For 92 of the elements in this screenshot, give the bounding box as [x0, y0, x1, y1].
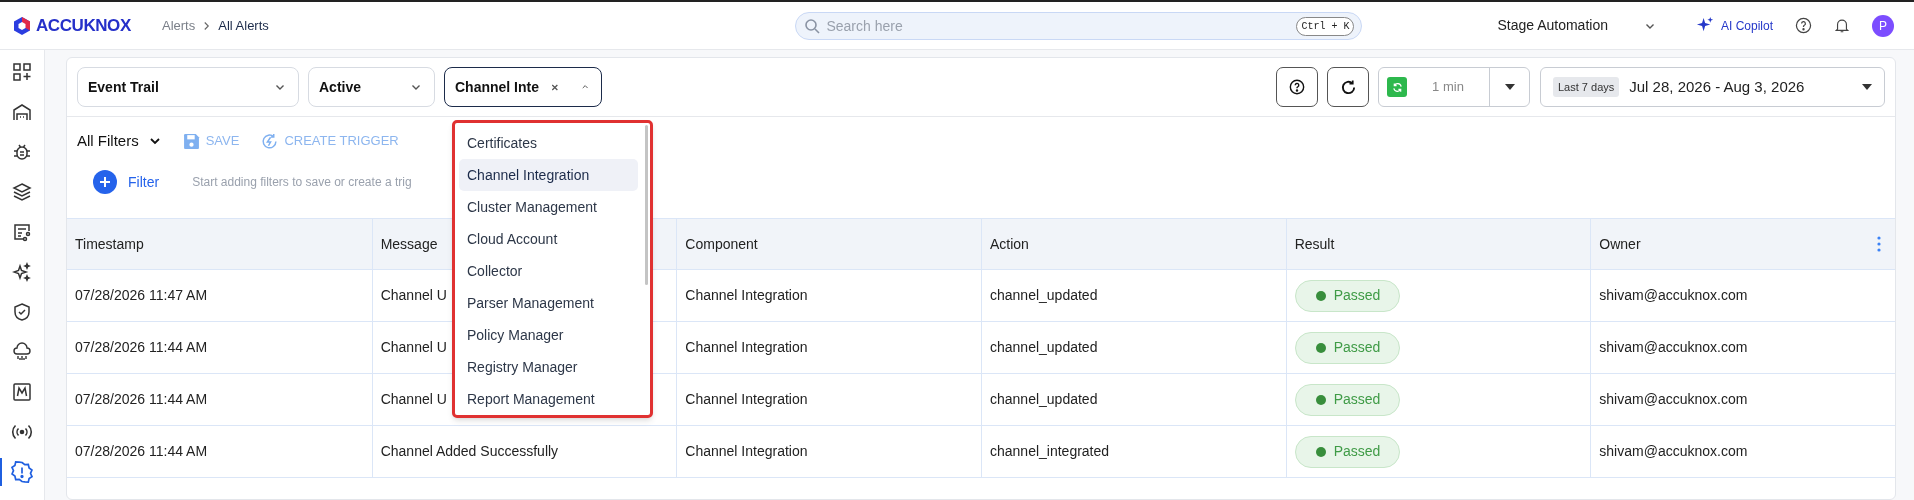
- column-header: Action: [990, 234, 1029, 254]
- scrollbar-thumb[interactable]: [645, 125, 648, 285]
- table-cell-text: Channel Integration: [685, 442, 808, 461]
- all-filters-toggle[interactable]: All Filters: [77, 129, 161, 153]
- user-avatar[interactable]: P: [1872, 14, 1894, 37]
- trigger-icon: [261, 132, 279, 150]
- bell-icon[interactable]: [1834, 17, 1850, 34]
- chevron-icon: [203, 20, 211, 31]
- table-cell-text: Channel U: [380, 286, 447, 305]
- chevron-icon: [148, 135, 161, 147]
- ai-copilot-link[interactable]: AI Copilot: [1695, 16, 1773, 35]
- table-cell-text: shivam@accuknox.com: [1599, 442, 1748, 461]
- select-value: Channel Inte: [455, 77, 539, 97]
- column-header: Component: [685, 234, 758, 254]
- date-range-value: Jul 28, 2026 - Aug 3, 2026: [1629, 76, 1805, 97]
- filter-select[interactable]: Active: [308, 67, 435, 107]
- status-dot-icon: [1315, 446, 1326, 457]
- caret-icon: [1504, 84, 1515, 90]
- logo-icon: [12, 15, 32, 36]
- table-cell-text: channel_integrated: [990, 442, 1110, 461]
- dropdown-option[interactable]: Certificates: [459, 127, 638, 159]
- alert-icon[interactable]: [11, 461, 33, 483]
- building-icon[interactable]: [12, 102, 32, 122]
- table-cell-text: 07/28/2026 11:44 AM: [75, 390, 208, 409]
- layers-icon[interactable]: [12, 182, 32, 202]
- date-range-picker[interactable]: Last 7 days Jul 28, 2026 - Aug 3, 2026: [1540, 67, 1885, 107]
- column-header: Owner: [1599, 234, 1641, 254]
- status-badge: Passed: [1294, 331, 1400, 364]
- refresh-button[interactable]: [1327, 67, 1369, 107]
- help-icon[interactable]: [1795, 17, 1812, 34]
- table-cell-text: 07/28/2026 11:44 AM: [75, 442, 208, 461]
- add-filter-button[interactable]: Filter: [93, 170, 160, 194]
- help-icon: [1289, 79, 1305, 95]
- sync-icon: [1391, 81, 1403, 93]
- status-dot-icon: [1315, 342, 1326, 353]
- status-badge: Passed: [1294, 383, 1400, 416]
- help-button[interactable]: [1276, 67, 1318, 107]
- table-cell-text: channel_updated: [990, 390, 1098, 409]
- dashboard-icon[interactable]: [12, 62, 32, 82]
- table-cell-text: Channel U: [380, 390, 447, 409]
- dropdown-option[interactable]: Registry Manager: [459, 351, 638, 383]
- report-icon[interactable]: [12, 222, 32, 242]
- dropdown-option[interactable]: Cluster Management: [459, 191, 638, 223]
- bug-icon[interactable]: [12, 142, 32, 162]
- plus-icon: [93, 170, 117, 194]
- status-badge: Passed: [1294, 435, 1400, 468]
- table-cell-text: Channel Integration: [685, 286, 808, 305]
- table-cell-text: Channel Integration: [685, 390, 808, 409]
- select-value: Active: [319, 77, 362, 97]
- preset-chip: Last 7 days: [1553, 76, 1620, 98]
- column-header: Result: [1294, 234, 1335, 254]
- status-dot-icon: [1315, 290, 1326, 301]
- table-cell-text: Channel Integration: [685, 338, 808, 357]
- table-cell-text: Channel Added Successfully: [380, 442, 559, 461]
- table-cell-text: shivam@accuknox.com: [1599, 286, 1748, 305]
- table-cell-text: 07/28/2026 11:47 AM: [75, 286, 208, 305]
- dropdown-option[interactable]: Parser Management: [459, 287, 638, 319]
- column-header: Message: [380, 234, 438, 254]
- caret-icon: [1862, 84, 1872, 90]
- breadcrumb-link[interactable]: All Alerts: [218, 15, 269, 36]
- filter-select[interactable]: Event Trail: [77, 67, 299, 107]
- logo-wordmark: ACCUKNOX: [36, 14, 131, 37]
- m-box-icon[interactable]: [12, 382, 32, 402]
- refresh-icon: [1339, 78, 1357, 96]
- table-cell-text: 07/28/2026 11:44 AM: [75, 338, 208, 357]
- dropdown-option[interactable]: Report Management: [459, 383, 638, 415]
- select-value: Event Trail: [88, 77, 159, 97]
- status-dot-icon: [1315, 394, 1326, 405]
- interval-value: 1 min: [1431, 78, 1465, 97]
- filter-select[interactable]: Channel Inte: [444, 67, 602, 107]
- sparkle-icon[interactable]: [12, 262, 32, 282]
- search-icon: [804, 17, 821, 34]
- shield-icon[interactable]: [12, 302, 32, 322]
- table-cell-text: Channel U: [380, 338, 447, 357]
- more-icon[interactable]: [1877, 236, 1881, 252]
- dropdown-option[interactable]: Policy Manager: [459, 319, 638, 351]
- column-header: Timestamp: [75, 234, 144, 254]
- filter-hint: Start adding filters to save or create a trig: [192, 174, 412, 191]
- dropdown-option[interactable]: Collector: [459, 255, 638, 287]
- workspace-select[interactable]: Stage Automation: [1497, 15, 1656, 36]
- dropdown-option[interactable]: Cloud Account: [459, 223, 638, 255]
- status-badge: Passed: [1294, 279, 1400, 312]
- dropdown-option[interactable]: Channel Integration: [459, 159, 638, 191]
- table-cell-text: channel_updated: [990, 338, 1098, 357]
- save-icon: [182, 132, 200, 150]
- auto-refresh-toggle[interactable]: [1387, 77, 1407, 97]
- breadcrumb-link[interactable]: Alerts: [162, 15, 196, 36]
- table-cell-text: channel_updated: [990, 286, 1098, 305]
- broadcast-icon[interactable]: [11, 422, 33, 442]
- table-cell-text: shivam@accuknox.com: [1599, 338, 1748, 357]
- table-cell-text: shivam@accuknox.com: [1599, 390, 1748, 409]
- cloud-icon[interactable]: [12, 342, 32, 362]
